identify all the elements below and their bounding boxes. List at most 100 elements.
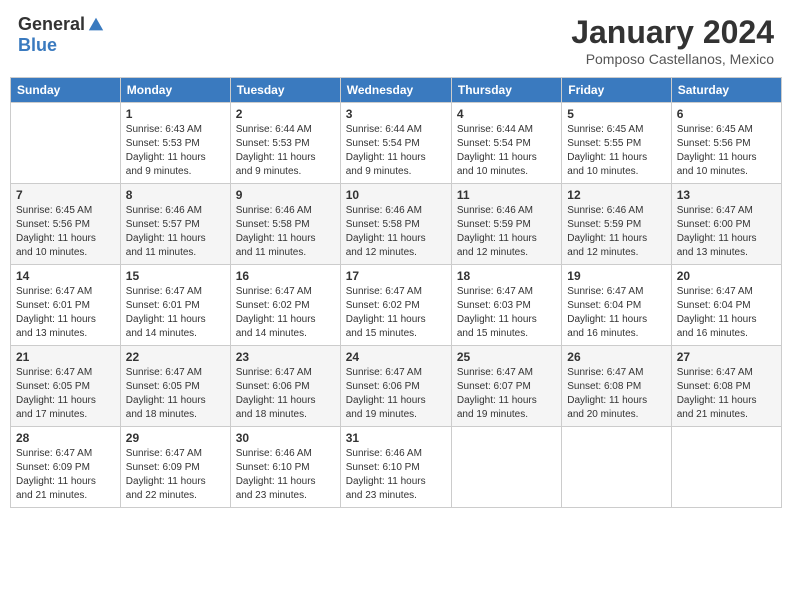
day-number: 6 [677,107,776,121]
calendar-cell: 17 Sunrise: 6:47 AM Sunset: 6:02 PM Dayli… [340,265,451,346]
day-info: Sunrise: 6:47 AM Sunset: 6:04 PM Dayligh… [677,285,776,341]
calendar-cell: 26 Sunrise: 6:47 AM Sunset: 6:08 PM Dayli… [562,346,671,427]
day-number: 19 [567,269,665,283]
location-title: Pomposo Castellanos, Mexico [571,51,774,67]
day-info: Sunrise: 6:46 AM Sunset: 5:57 PM Dayligh… [126,204,225,260]
calendar-cell: 28Sunrise: 6:47 AM Sunset: 6:09 PM Dayli… [11,427,121,508]
calendar-day-header: Tuesday [230,78,340,103]
logo-icon [87,16,105,34]
day-info: Sunrise: 6:47 AM Sunset: 6:05 PM Dayligh… [126,366,225,422]
month-title: January 2024 [571,14,774,51]
day-number: 5 [567,107,665,121]
day-number: 4 [457,107,556,121]
day-number: 1 [126,107,225,121]
calendar-cell: 27 Sunrise: 6:47 AM Sunset: 6:08 PM Dayli… [671,346,781,427]
day-info: Sunrise: 6:47 AM Sunset: 6:02 PM Dayligh… [236,285,335,341]
calendar-cell: 21Sunrise: 6:47 AM Sunset: 6:05 PM Dayli… [11,346,121,427]
day-number: 14 [16,269,115,283]
day-number: 8 [126,188,225,202]
day-number: 3 [346,107,446,121]
day-info: Sunrise: 6:47 AM Sunset: 6:09 PM Dayligh… [126,447,225,503]
logo-blue-text: Blue [18,35,57,55]
calendar-cell: 30 Sunrise: 6:46 AM Sunset: 6:10 PM Dayli… [230,427,340,508]
calendar-cell: 24Sunrise: 6:47 AM Sunset: 6:06 PM Dayli… [340,346,451,427]
logo-general-text: General [18,14,85,35]
day-info: Sunrise: 6:47 AM Sunset: 6:04 PM Dayligh… [567,285,665,341]
calendar-day-header: Sunday [11,78,121,103]
calendar-cell: 1 Sunrise: 6:43 AM Sunset: 5:53 PM Daylig… [120,103,230,184]
calendar-cell [451,427,561,508]
day-number: 17 [346,269,446,283]
calendar-cell: 11 Sunrise: 6:46 AM Sunset: 5:59 PM Dayli… [451,184,561,265]
calendar-table: SundayMondayTuesdayWednesdayThursdayFrid… [10,77,782,508]
day-info: Sunrise: 6:46 AM Sunset: 5:59 PM Dayligh… [567,204,665,260]
day-info: Sunrise: 6:47 AM Sunset: 6:08 PM Dayligh… [677,366,776,422]
day-number: 9 [236,188,335,202]
day-info: Sunrise: 6:46 AM Sunset: 6:10 PM Dayligh… [236,447,335,503]
calendar-cell: 18 Sunrise: 6:47 AM Sunset: 6:03 PM Dayli… [451,265,561,346]
calendar-cell: 22Sunrise: 6:47 AM Sunset: 6:05 PM Dayli… [120,346,230,427]
day-info: Sunrise: 6:47 AM Sunset: 6:06 PM Dayligh… [346,366,446,422]
calendar-cell: 10 Sunrise: 6:46 AM Sunset: 5:58 PM Dayli… [340,184,451,265]
day-info: Sunrise: 6:44 AM Sunset: 5:54 PM Dayligh… [346,123,446,179]
calendar-cell: 5Sunrise: 6:45 AM Sunset: 5:55 PM Daylig… [562,103,671,184]
day-info: Sunrise: 6:47 AM Sunset: 6:01 PM Dayligh… [16,285,115,341]
page-header: General Blue January 2024 Pomposo Castel… [10,10,782,71]
day-number: 29 [126,431,225,445]
calendar-day-header: Wednesday [340,78,451,103]
calendar-week-row: 7 Sunrise: 6:45 AM Sunset: 5:56 PM Daylig… [11,184,782,265]
calendar-cell: 3 Sunrise: 6:44 AM Sunset: 5:54 PM Daylig… [340,103,451,184]
calendar-cell: 29 Sunrise: 6:47 AM Sunset: 6:09 PM Dayli… [120,427,230,508]
day-number: 28 [16,431,115,445]
day-number: 25 [457,350,556,364]
day-number: 7 [16,188,115,202]
calendar-cell [671,427,781,508]
day-info: Sunrise: 6:44 AM Sunset: 5:53 PM Dayligh… [236,123,335,179]
day-info: Sunrise: 6:47 AM Sunset: 6:08 PM Dayligh… [567,366,665,422]
calendar-cell: 12Sunrise: 6:46 AM Sunset: 5:59 PM Dayli… [562,184,671,265]
calendar-cell: 23Sunrise: 6:47 AM Sunset: 6:06 PM Dayli… [230,346,340,427]
calendar-header-row: SundayMondayTuesdayWednesdayThursdayFrid… [11,78,782,103]
day-number: 31 [346,431,446,445]
day-info: Sunrise: 6:46 AM Sunset: 5:58 PM Dayligh… [236,204,335,260]
calendar-cell: 4 Sunrise: 6:44 AM Sunset: 5:54 PM Daylig… [451,103,561,184]
logo: General Blue [18,14,105,56]
calendar-cell: 14 Sunrise: 6:47 AM Sunset: 6:01 PM Dayli… [11,265,121,346]
day-number: 30 [236,431,335,445]
day-number: 20 [677,269,776,283]
day-number: 10 [346,188,446,202]
calendar-day-header: Thursday [451,78,561,103]
day-info: Sunrise: 6:47 AM Sunset: 6:05 PM Dayligh… [16,366,115,422]
day-info: Sunrise: 6:46 AM Sunset: 6:10 PM Dayligh… [346,447,446,503]
calendar-week-row: 14 Sunrise: 6:47 AM Sunset: 6:01 PM Dayli… [11,265,782,346]
day-info: Sunrise: 6:47 AM Sunset: 6:02 PM Dayligh… [346,285,446,341]
day-info: Sunrise: 6:47 AM Sunset: 6:03 PM Dayligh… [457,285,556,341]
calendar-week-row: 21Sunrise: 6:47 AM Sunset: 6:05 PM Dayli… [11,346,782,427]
calendar-cell: 9 Sunrise: 6:46 AM Sunset: 5:58 PM Daylig… [230,184,340,265]
calendar-cell: 20 Sunrise: 6:47 AM Sunset: 6:04 PM Dayli… [671,265,781,346]
calendar-cell: 19 Sunrise: 6:47 AM Sunset: 6:04 PM Dayli… [562,265,671,346]
day-info: Sunrise: 6:46 AM Sunset: 5:59 PM Dayligh… [457,204,556,260]
calendar-cell: 16Sunrise: 6:47 AM Sunset: 6:02 PM Dayli… [230,265,340,346]
calendar-cell: 13Sunrise: 6:47 AM Sunset: 6:00 PM Dayli… [671,184,781,265]
day-number: 27 [677,350,776,364]
calendar-cell [562,427,671,508]
calendar-week-row: 1 Sunrise: 6:43 AM Sunset: 5:53 PM Daylig… [11,103,782,184]
calendar-cell: 2 Sunrise: 6:44 AM Sunset: 5:53 PM Daylig… [230,103,340,184]
calendar-cell: 8 Sunrise: 6:46 AM Sunset: 5:57 PM Daylig… [120,184,230,265]
day-number: 26 [567,350,665,364]
day-info: Sunrise: 6:45 AM Sunset: 5:56 PM Dayligh… [16,204,115,260]
day-number: 18 [457,269,556,283]
day-info: Sunrise: 6:45 AM Sunset: 5:56 PM Dayligh… [677,123,776,179]
title-block: January 2024 Pomposo Castellanos, Mexico [571,14,774,67]
day-number: 2 [236,107,335,121]
calendar-cell [11,103,121,184]
calendar-cell: 31 Sunrise: 6:46 AM Sunset: 6:10 PM Dayli… [340,427,451,508]
day-info: Sunrise: 6:44 AM Sunset: 5:54 PM Dayligh… [457,123,556,179]
day-info: Sunrise: 6:43 AM Sunset: 5:53 PM Dayligh… [126,123,225,179]
day-info: Sunrise: 6:47 AM Sunset: 6:01 PM Dayligh… [126,285,225,341]
calendar-cell: 25Sunrise: 6:47 AM Sunset: 6:07 PM Dayli… [451,346,561,427]
day-info: Sunrise: 6:46 AM Sunset: 5:58 PM Dayligh… [346,204,446,260]
calendar-cell: 15Sunrise: 6:47 AM Sunset: 6:01 PM Dayli… [120,265,230,346]
day-number: 11 [457,188,556,202]
